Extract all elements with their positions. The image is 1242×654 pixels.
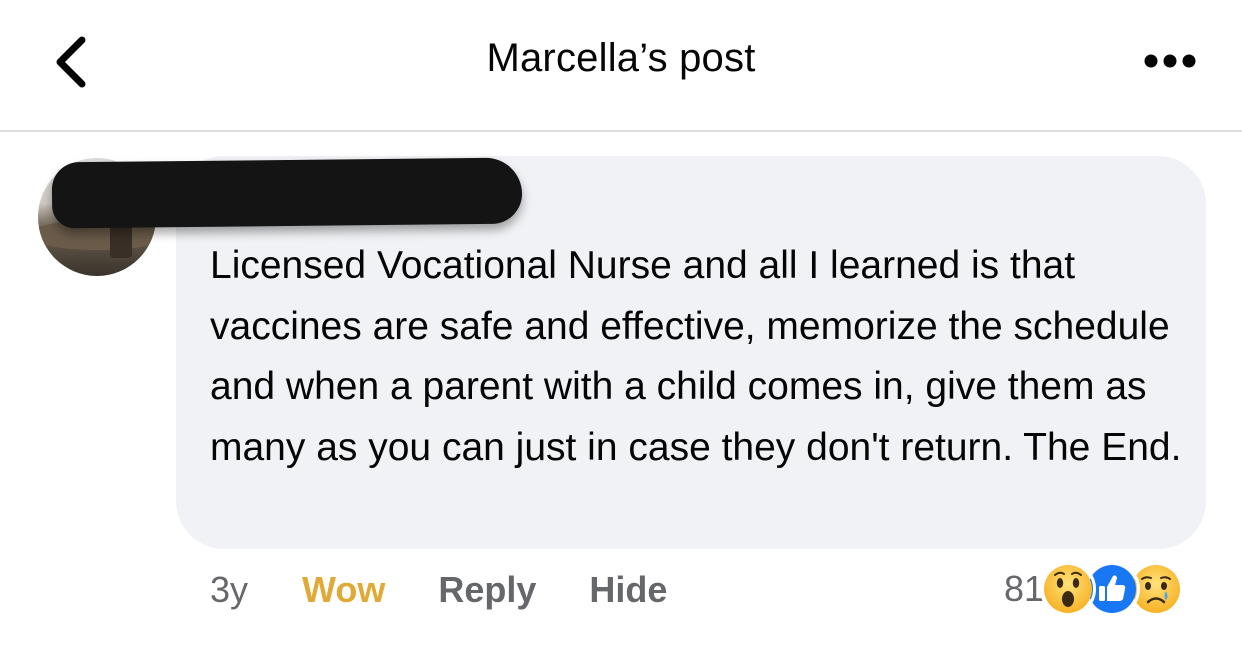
top-navigation-bar: Marcella’s post	[0, 0, 1242, 132]
redacted-author-name	[51, 157, 523, 229]
comment-timestamp[interactable]: 3y	[210, 569, 248, 611]
wow-reaction-icon	[1040, 561, 1097, 617]
more-options-button[interactable]	[1130, 34, 1210, 88]
reply-button[interactable]: Reply	[438, 569, 536, 611]
page-title: Marcella’s post	[486, 36, 756, 80]
wow-reaction-button[interactable]: Wow	[302, 569, 385, 611]
hide-button[interactable]: Hide	[589, 569, 667, 611]
comment-text: Licensed Vocational Nurse and all I lear…	[210, 244, 1182, 469]
back-button[interactable]	[40, 30, 104, 94]
reaction-summary[interactable]: 81	[1004, 560, 1185, 618]
chevron-left-icon	[56, 36, 86, 88]
ellipsis-icon	[1144, 54, 1196, 68]
reaction-count: 81	[1004, 568, 1045, 609]
comment-actions: 3y Wow Reply Hide	[210, 566, 720, 614]
